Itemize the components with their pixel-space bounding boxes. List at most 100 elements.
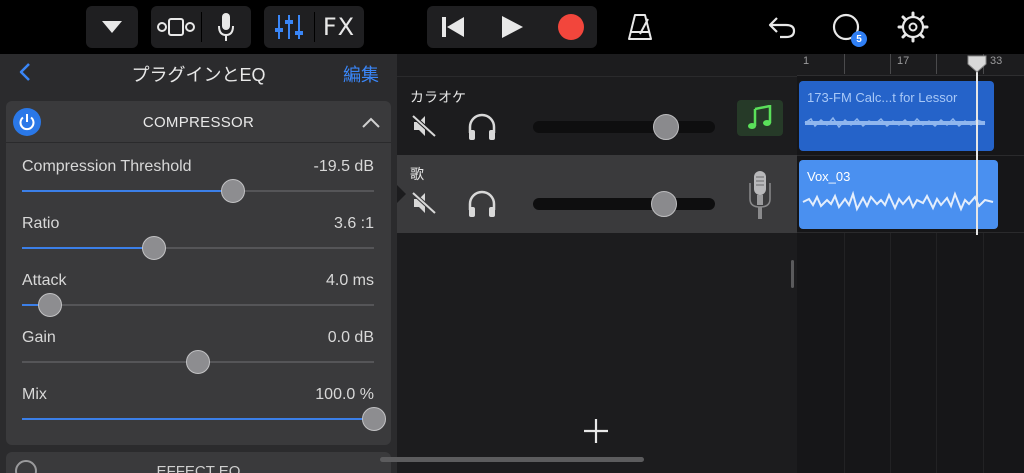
ratio-slider[interactable] (22, 236, 374, 260)
bar-number: 17 (897, 55, 910, 67)
metronome-button[interactable] (620, 6, 660, 48)
volume-slider[interactable] (533, 191, 715, 217)
track-view-icon (157, 18, 195, 36)
skip-back-icon (442, 17, 464, 37)
track-karaoke[interactable]: カラオケ (397, 78, 797, 156)
compressor-card: COMPRESSOR Compression Threshold -19.5 d… (6, 101, 391, 445)
microphone-icon[interactable] (745, 169, 775, 221)
param-label: Ratio (22, 215, 60, 232)
undo-button[interactable] (762, 6, 802, 48)
attack-slider[interactable] (22, 293, 374, 317)
plugins-panel: プラグインとEQ 編集 COMPRESSOR Compression Thres… (0, 54, 397, 473)
mixer-group: FX (264, 6, 364, 48)
grid-line (890, 232, 891, 473)
param-gain: Gain 0.0 dB (22, 329, 374, 385)
play-button[interactable] (485, 6, 539, 48)
param-compression-threshold: Compression Threshold -19.5 dB (22, 158, 374, 214)
track-vocal[interactable]: 歌 (397, 155, 797, 233)
mixer-button[interactable] (264, 6, 314, 48)
mute-icon[interactable] (411, 191, 437, 215)
add-track-icon[interactable] (583, 418, 609, 444)
param-ratio: Ratio 3.6 :1 (22, 215, 374, 271)
view-menu-button[interactable] (86, 6, 138, 48)
param-attack: Attack 4.0 ms (22, 272, 374, 328)
param-label: Gain (22, 329, 56, 346)
playhead[interactable] (976, 68, 978, 235)
slider-thumb[interactable] (362, 407, 386, 431)
bar-number: 1 (803, 55, 810, 67)
go-to-beginning-button[interactable] (427, 6, 479, 48)
headphones-icon[interactable] (467, 190, 497, 218)
notification-badge: 5 (851, 31, 867, 47)
audio-region-karaoke[interactable]: 173-FM Calc...t for Lessor (799, 81, 994, 151)
waveform (802, 190, 994, 212)
effect-eq-title: EFFECT EQ (156, 463, 241, 473)
fx-button[interactable]: FX (314, 6, 364, 48)
param-value: 3.6 :1 (333, 215, 374, 232)
volume-thumb[interactable] (651, 191, 678, 217)
selection-indicator (397, 185, 406, 203)
region-name: 173-FM Calc...t for Lessor (807, 90, 958, 105)
mixer-sliders-icon (275, 15, 303, 39)
slider-fill (22, 247, 154, 249)
view-group (151, 6, 251, 48)
timeline-area[interactable]: 1 17 33 173-FM Calc...t for Lessor Vox_0… (797, 54, 1024, 473)
record-icon (558, 14, 584, 40)
panel-title: プラグインとEQ (131, 65, 266, 85)
music-note-icon (748, 105, 772, 129)
volume-thumb[interactable] (652, 114, 679, 140)
grid-line (844, 232, 845, 473)
slider-thumb[interactable] (186, 350, 210, 374)
metronome-icon (628, 14, 652, 40)
slider-thumb[interactable] (142, 236, 166, 260)
waveform (804, 116, 986, 129)
gear-icon (897, 11, 929, 43)
slider-thumb[interactable] (38, 293, 63, 317)
control-bar: FX 5 (0, 0, 1024, 54)
threshold-slider[interactable] (22, 179, 374, 203)
divider (397, 76, 797, 77)
grid-line (983, 232, 984, 473)
track-name: 歌 (410, 166, 424, 182)
horizontal-scroll-indicator[interactable] (380, 457, 644, 462)
triangle-down-icon (102, 21, 122, 33)
ruler-tick (936, 54, 937, 74)
edit-button[interactable]: 編集 (343, 61, 379, 87)
smart-controls-button[interactable] (201, 6, 251, 48)
grid-line (936, 232, 937, 473)
param-label: Mix (22, 386, 47, 403)
track-view-button[interactable] (151, 6, 201, 48)
mix-slider[interactable] (22, 407, 386, 431)
instrument-button[interactable] (737, 100, 783, 136)
param-mix: Mix 100.0 % (22, 386, 386, 442)
fx-label: FX (322, 13, 356, 41)
ruler[interactable]: 1 17 33 (797, 54, 1024, 76)
collapse-button[interactable] (361, 113, 381, 131)
undo-icon (768, 17, 796, 39)
view-menu-group (86, 6, 138, 48)
bar-number: 33 (990, 55, 1003, 67)
param-value: -19.5 dB (313, 158, 374, 175)
mute-icon[interactable] (411, 114, 437, 138)
microphone-icon (218, 13, 234, 41)
transport-group (427, 6, 597, 48)
play-icon (502, 16, 523, 38)
slider-fill (22, 190, 234, 192)
settings-button[interactable] (892, 6, 934, 48)
gain-slider[interactable] (22, 350, 374, 374)
headphones-icon[interactable] (467, 113, 497, 141)
compressor-header[interactable]: COMPRESSOR (6, 101, 391, 143)
param-value: 0.0 dB (327, 329, 374, 346)
param-label: Compression Threshold (22, 158, 192, 175)
vertical-scroll-indicator[interactable] (791, 260, 794, 288)
track-name: カラオケ (410, 89, 466, 105)
audio-region-vocal[interactable]: Vox_03 (799, 160, 998, 229)
ruler-tick (844, 54, 845, 74)
record-button[interactable] (545, 6, 597, 48)
volume-slider[interactable] (533, 114, 715, 140)
compressor-title: COMPRESSOR (142, 114, 255, 131)
playhead-handle-icon[interactable] (966, 55, 988, 73)
track-headers: カラオケ 歌 (397, 54, 797, 473)
effect-eq-card[interactable]: EFFECT EQ (6, 452, 391, 473)
slider-thumb[interactable] (221, 179, 246, 203)
